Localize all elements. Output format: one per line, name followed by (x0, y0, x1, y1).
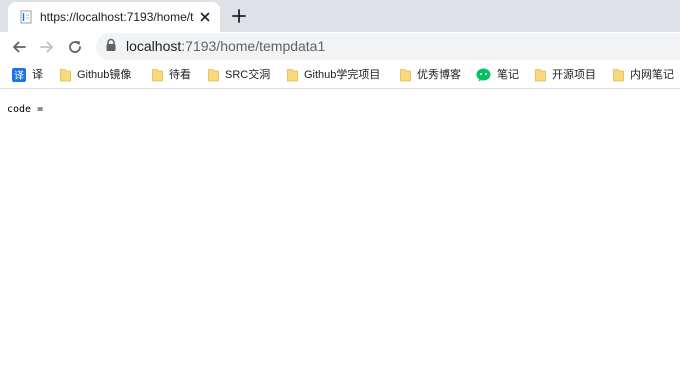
bookmark-open-source[interactable]: 开源项目 (535, 67, 596, 83)
bookmark-notes[interactable]: 笔记 (476, 67, 519, 83)
bookmark-to-watch[interactable]: 待看 (152, 67, 191, 83)
forward-arrow-icon[interactable] (39, 39, 55, 55)
folder-icon (60, 69, 71, 82)
translate-icon: 译 (12, 68, 26, 82)
bookmark-label: Github镜像 (77, 69, 132, 81)
wechat-icon (476, 68, 491, 82)
bookmark-github-projects[interactable]: Github学完项目 (287, 67, 380, 83)
bookmark-translate[interactable]: 译 译 (12, 67, 43, 83)
folder-icon (613, 69, 624, 82)
page-content-text: code = (7, 104, 44, 115)
folder-icon (208, 69, 219, 82)
back-arrow-icon[interactable] (11, 39, 27, 55)
bookmark-label: 开源项目 (552, 69, 596, 81)
lock-icon[interactable] (105, 38, 117, 52)
bookmark-label: 待看 (169, 69, 191, 81)
svg-text:译: 译 (14, 70, 24, 82)
bookmark-label: 内网笔记 (630, 69, 674, 81)
bookmark-label: 译 (32, 69, 43, 81)
folder-icon (535, 69, 546, 82)
close-icon[interactable] (198, 10, 212, 24)
url-path: :7193/home/tempdata1 (181, 38, 326, 54)
folder-icon (400, 69, 411, 82)
new-tab-icon[interactable] (231, 8, 247, 24)
bookmark-label: 笔记 (497, 69, 519, 81)
active-tab[interactable]: https://localhost:7193/home/t (8, 2, 220, 32)
url-host: localhost (126, 38, 182, 54)
tab-strip: https://localhost:7193/home/t (0, 0, 680, 32)
bookmark-src[interactable]: SRC交洞 (208, 67, 270, 83)
url-text[interactable]: localhost:7193/home/tempdata1 (126, 38, 325, 54)
folder-icon (152, 69, 163, 82)
bookmark-blogs[interactable]: 优秀博客 (400, 67, 461, 83)
bookmark-intranet-notes[interactable]: 内网笔记 (613, 67, 674, 83)
page-icon (20, 10, 32, 24)
bookmarks-bar: 译 译 Github镜像 待看 SRC交洞 Github学完项目 优秀博客 笔记… (0, 62, 680, 89)
bookmark-label: Github学完项目 (304, 69, 381, 81)
bookmark-label: 优秀博客 (417, 69, 461, 81)
reload-icon[interactable] (67, 39, 83, 55)
bookmark-label: SRC交洞 (225, 69, 271, 81)
tab-title: https://localhost:7193/home/t (40, 10, 194, 24)
folder-icon (287, 69, 298, 82)
bookmark-github-mirror[interactable]: Github镜像 (60, 67, 131, 83)
